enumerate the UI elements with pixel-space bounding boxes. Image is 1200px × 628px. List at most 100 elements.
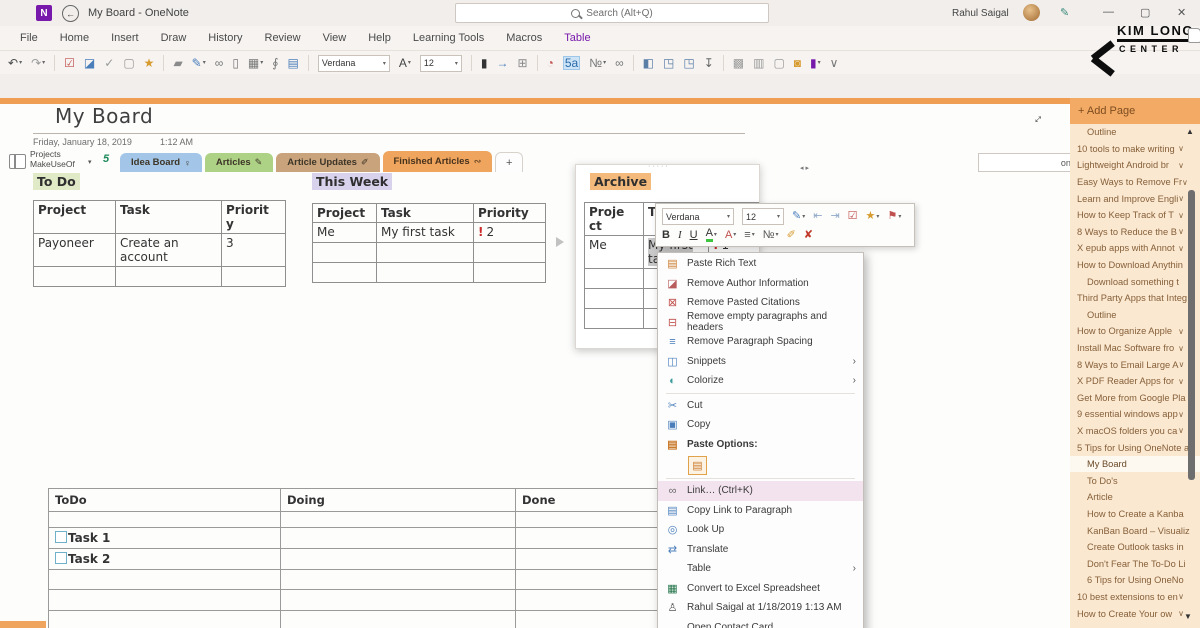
mini-star-tag-icon[interactable]: ★▾ xyxy=(866,211,880,222)
sidebar-page-my-board[interactable]: My Board xyxy=(1070,456,1200,473)
sidebar-page-how-to-organize-apple[interactable]: How to Organize Apple∨ xyxy=(1070,323,1200,340)
menu-learning-tools[interactable]: Learning Tools xyxy=(403,26,494,50)
dock-left-icon[interactable]: ◧ xyxy=(643,57,654,69)
kanban-cell[interactable] xyxy=(281,528,516,549)
context-colorize[interactable]: ◐Colorize› xyxy=(658,371,863,391)
question-tag-icon[interactable]: ◪ xyxy=(84,57,95,69)
table-cell[interactable]: My first task xyxy=(377,223,474,243)
task-checkbox[interactable] xyxy=(55,531,67,543)
chevron-down-icon[interactable]: ∨ xyxy=(1178,592,1184,601)
sidebar-page-easy-ways-to-remove-fr[interactable]: Easy Ways to Remove Fr∨ xyxy=(1070,174,1200,191)
sidebar-page-x-macos-folders-you-ca[interactable]: X macOS folders you ca∨ xyxy=(1070,423,1200,440)
kanban-cell[interactable] xyxy=(49,611,281,628)
table-cell[interactable] xyxy=(377,263,474,283)
context-open-contact-card[interactable]: Open Contact Card xyxy=(658,618,863,628)
notebook-name[interactable]: Projects MakeUseOf xyxy=(30,149,75,169)
table-cell[interactable] xyxy=(585,269,644,289)
chevron-down-icon[interactable]: ∨ xyxy=(1178,410,1184,419)
sidebar-page-to-do-s[interactable]: To Do's xyxy=(1070,472,1200,489)
mini-flag-icon[interactable]: ⚑▾ xyxy=(887,211,901,222)
context-translate[interactable]: ⇄Translate xyxy=(658,540,863,560)
table-cell[interactable]: Create an account xyxy=(116,234,222,267)
tab-articles[interactable]: Articles✎ xyxy=(205,153,273,172)
close-button[interactable]: ✕ xyxy=(1177,6,1186,19)
font-color-icon[interactable]: A▾ xyxy=(725,230,736,241)
context-paste-options[interactable]: ▤Paste Options: xyxy=(658,435,863,455)
table-cell[interactable]: Me xyxy=(313,223,377,243)
sidebar-page-create-outlook-tasks-in[interactable]: Create Outlook tasks in xyxy=(1070,539,1200,556)
underline-icon[interactable]: U xyxy=(690,230,698,241)
format-dark-icon[interactable]: ▮ xyxy=(481,57,488,69)
numbering-icon[interactable]: №▾ xyxy=(763,230,779,241)
page-title[interactable]: My Board xyxy=(55,104,153,128)
chevron-down-icon[interactable]: ∨ xyxy=(1178,211,1184,220)
sidebar-page-x-epub-apps-with-annot[interactable]: X epub apps with Annot∨ xyxy=(1070,240,1200,257)
menu-view[interactable]: View xyxy=(313,26,357,50)
format-painter-icon[interactable]: ✐ xyxy=(787,230,796,241)
sidebar-page-get-more-from-google-pla[interactable]: Get More from Google Pla xyxy=(1070,390,1200,407)
add-page-header[interactable]: + Add Page ⇅ xyxy=(1070,98,1200,124)
table-cell[interactable]: !2 xyxy=(474,223,546,243)
undo-icon[interactable]: ↶▾ xyxy=(8,57,22,69)
italic-icon[interactable]: I xyxy=(678,230,682,241)
sidebar-page-download-something-t[interactable]: Download something t xyxy=(1070,273,1200,290)
paste-keep-formatting-icon[interactable]: ▤ xyxy=(688,456,707,475)
sidebar-page-5-tips-for-using-onenote-a[interactable]: 5 Tips for Using OneNote a xyxy=(1070,439,1200,456)
menu-home[interactable]: Home xyxy=(50,26,99,50)
tab-finished-articles[interactable]: Finished Articles∾ xyxy=(383,151,493,172)
pen-icon[interactable]: ✎▾ xyxy=(192,57,206,69)
redo-icon[interactable]: ↷▾ xyxy=(31,57,45,69)
sidebar-page-don-t-fear-the-to-do-li[interactable]: Don't Fear The To-Do Li xyxy=(1070,555,1200,572)
board-table-todo[interactable]: ProjectTaskPriorit yPayoneerCreate an ac… xyxy=(33,200,286,287)
kanban-table[interactable]: ToDoDoingDoneTask 1Task 2 xyxy=(48,488,751,628)
context-remove-paragraph-spacing[interactable]: ≡Remove Paragraph Spacing xyxy=(658,332,863,352)
sidebar-page-8-ways-to-email-large-a[interactable]: 8 Ways to Email Large A∨ xyxy=(1070,356,1200,373)
menu-macros[interactable]: Macros xyxy=(496,26,552,50)
pin-icon[interactable]: ↧ xyxy=(704,57,714,69)
context-remove-pasted-citations[interactable]: ⊠Remove Pasted Citations xyxy=(658,293,863,313)
todo-tag-icon[interactable]: ☑ xyxy=(64,57,75,69)
mini-font-name[interactable]: Verdana▾ xyxy=(662,208,734,225)
highlighter-icon[interactable]: A▾ xyxy=(706,228,717,242)
context-convert-to-excel-spreadsheet[interactable]: ▦Convert to Excel Spreadsheet xyxy=(658,579,863,599)
sidebar-page-article[interactable]: Article xyxy=(1070,489,1200,506)
increase-indent-icon[interactable]: ⇥ xyxy=(830,211,839,222)
bullets-icon[interactable]: ≡▾ xyxy=(744,230,754,241)
scroll-up-icon[interactable]: ▲ xyxy=(1186,127,1194,136)
sidebar-page-learn-and-improve-engli[interactable]: Learn and Improve Engli∨ xyxy=(1070,190,1200,207)
context-paste-rich-text[interactable]: ▤Paste Rich Text xyxy=(658,254,863,274)
chevron-down-icon[interactable]: ∨ xyxy=(1178,426,1184,435)
numbering-style-icon[interactable]: №▾ xyxy=(589,57,606,69)
context-look-up[interactable]: ◎Look Up xyxy=(658,520,863,540)
avatar[interactable] xyxy=(1023,4,1040,21)
table-cell[interactable] xyxy=(34,267,116,287)
menu-file[interactable]: File xyxy=(10,26,48,50)
font-style-icon[interactable]: A▾ xyxy=(399,57,411,69)
table-cell[interactable] xyxy=(222,267,286,287)
toolbar-drag-handle[interactable]: ◂▸ xyxy=(800,164,811,172)
sidebar-page-6-tips-for-using-oneno[interactable]: 6 Tips for Using OneNo xyxy=(1070,572,1200,589)
sidebar-page-10-tools-to-make-writing[interactable]: 10 tools to make writing∨ xyxy=(1070,141,1200,158)
five-a-icon[interactable]: 5a xyxy=(563,56,580,70)
sidebar-page-10-best-extensions-to-en[interactable]: 10 best extensions to en∨ xyxy=(1070,589,1200,606)
kanban-cell[interactable] xyxy=(49,512,281,528)
sidebar-page-8-ways-to-reduce-the-b[interactable]: 8 Ways to Reduce the B∨ xyxy=(1070,224,1200,241)
kanban-cell[interactable] xyxy=(281,512,516,528)
kanban-cell[interactable] xyxy=(49,590,281,611)
table-cell[interactable] xyxy=(474,263,546,283)
table-cell[interactable]: Payoneer xyxy=(34,234,116,267)
link-icon[interactable]: ∞ xyxy=(215,57,224,69)
star-tag-icon[interactable]: ★ xyxy=(144,57,155,69)
panel-drag-handle[interactable]: ····· xyxy=(648,163,670,170)
context-snippets[interactable]: ◫Snippets› xyxy=(658,352,863,372)
more-icon[interactable]: ∨ xyxy=(830,57,839,69)
chevron-down-icon[interactable]: ∨ xyxy=(1178,244,1184,253)
mini-todo-tag-icon[interactable]: ☑ xyxy=(848,211,858,222)
context-link-ctrl-k[interactable]: ∞Link… (Ctrl+K) xyxy=(658,481,863,501)
chevron-down-icon[interactable]: ∨ xyxy=(1178,327,1184,336)
notebook-icon[interactable] xyxy=(9,154,26,169)
kanban-cell[interactable] xyxy=(281,611,516,628)
table-cell[interactable] xyxy=(313,243,377,263)
sidebar-page-outline[interactable]: Outline xyxy=(1070,307,1200,324)
kanban-cell[interactable] xyxy=(281,590,516,611)
